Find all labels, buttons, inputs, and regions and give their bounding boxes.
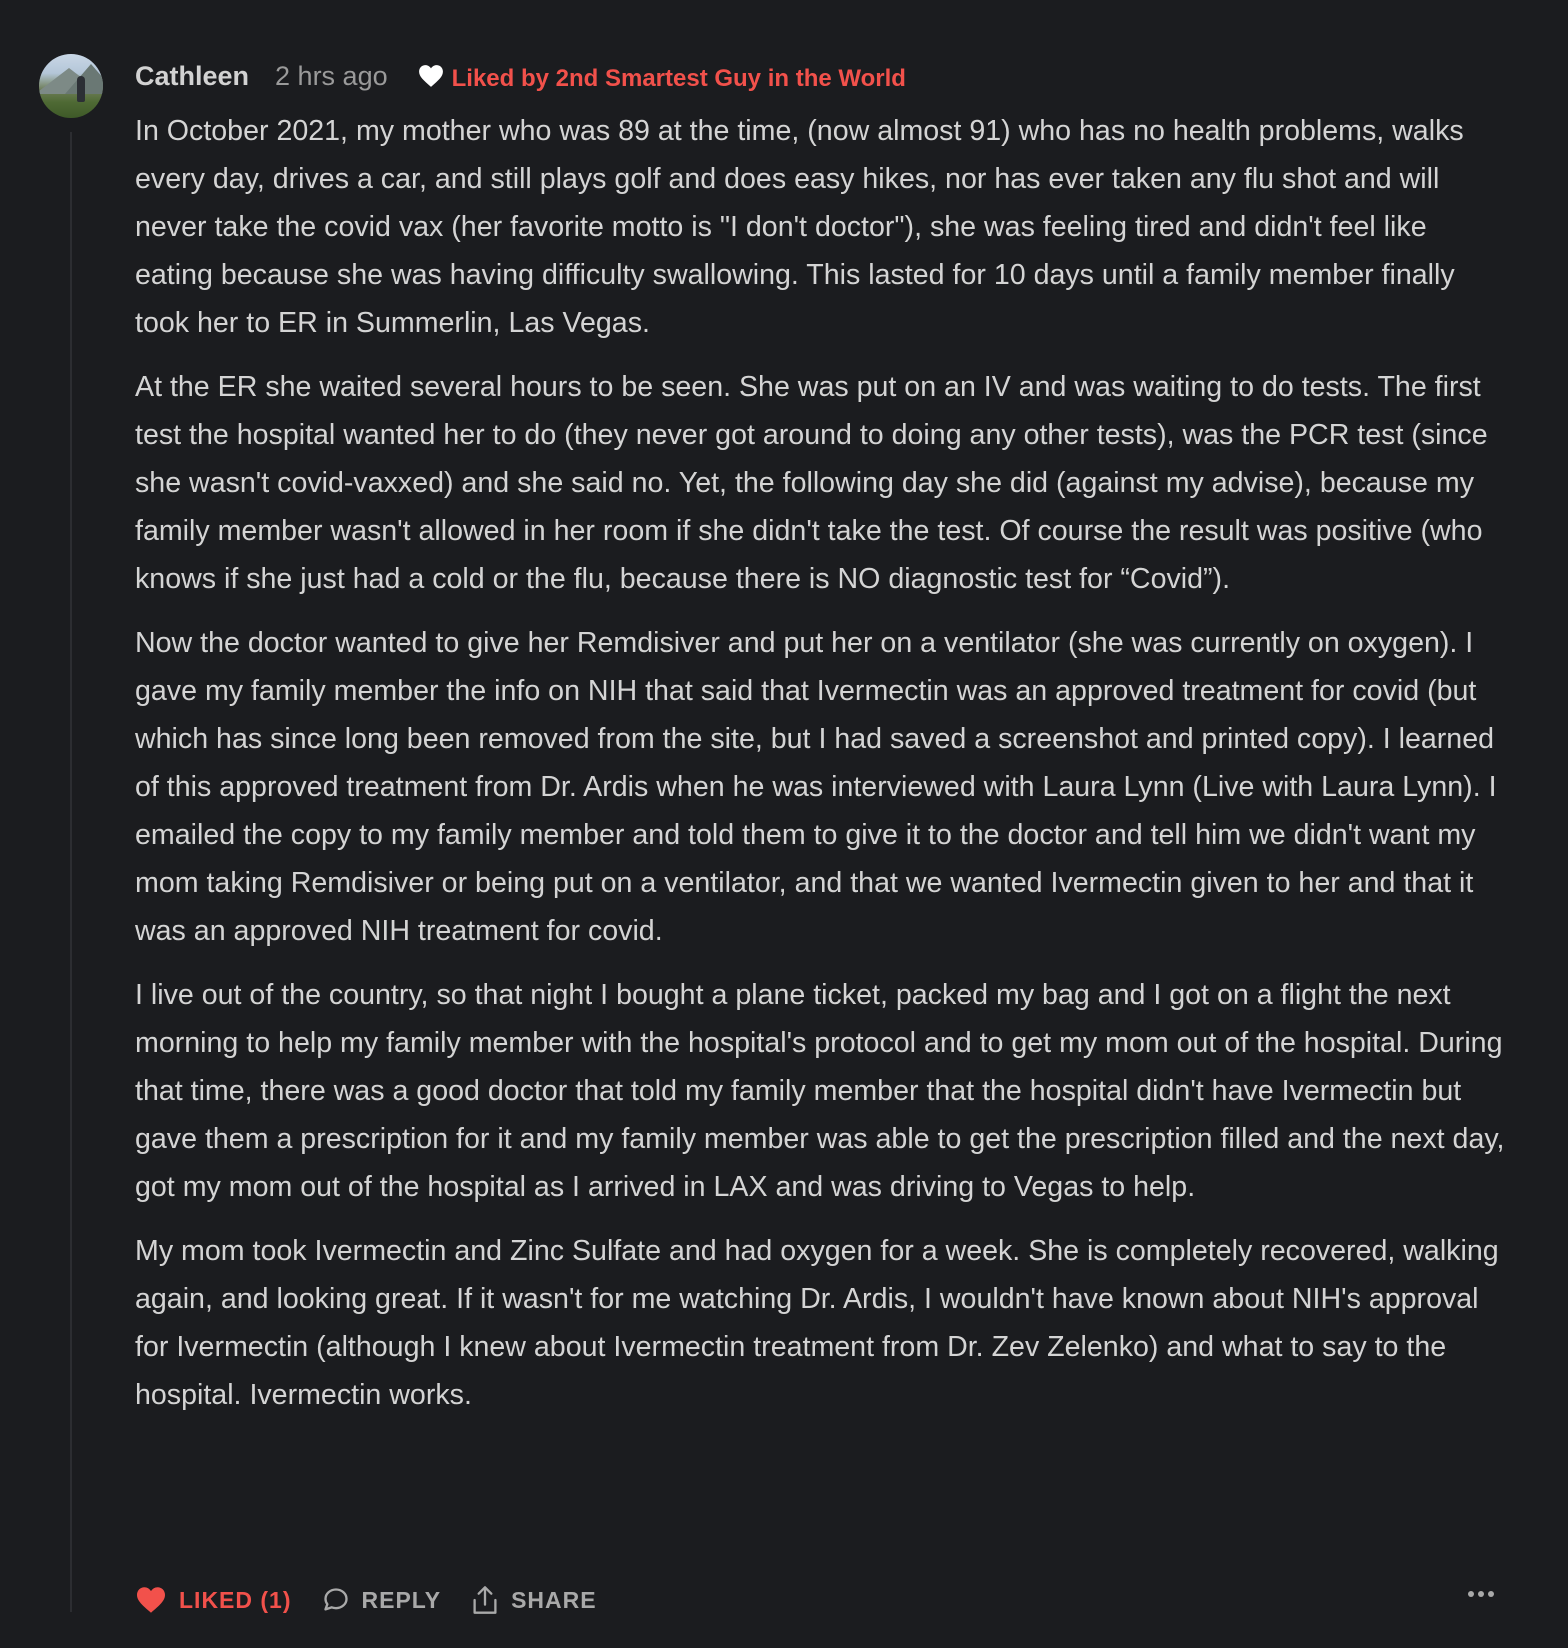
comment-header: Cathleen 2 hrs ago Liked by 2nd Smartest…: [135, 56, 906, 96]
author-name[interactable]: Cathleen: [135, 61, 249, 92]
comment-actions: LIKED (1) REPLY SHARE: [135, 1580, 1495, 1620]
like-button[interactable]: LIKED (1): [135, 1586, 292, 1614]
share-button[interactable]: SHARE: [471, 1585, 597, 1615]
speech-bubble-icon: [323, 1588, 348, 1611]
share-label: SHARE: [511, 1586, 597, 1613]
more-options-button[interactable]: [1467, 1586, 1495, 1604]
timestamp[interactable]: 2 hrs ago: [275, 61, 388, 92]
avatar[interactable]: [39, 54, 103, 118]
heart-icon: [137, 1587, 165, 1613]
comment-paragraph: At the ER she waited several hours to be…: [135, 371, 1488, 595]
comment-paragraph: Now the doctor wanted to give her Remdis…: [135, 627, 1497, 947]
comment-paragraph: I live out of the country, so that night…: [135, 979, 1505, 1203]
comment: Cathleen 2 hrs ago Liked by 2nd Smartest…: [0, 0, 1568, 1648]
liked-by-badge: Liked by 2nd Smartest Guy in the World: [418, 62, 906, 92]
liked-by-text: Liked by 2nd Smartest Guy in the World: [451, 65, 906, 92]
heart-icon: [418, 65, 443, 87]
share-icon: [473, 1586, 497, 1614]
reply-button[interactable]: REPLY: [322, 1586, 442, 1614]
reply-label: REPLY: [361, 1586, 442, 1613]
comment-paragraph: In October 2021, my mother who was 89 at…: [135, 115, 1464, 339]
more-dots-icon: [1468, 1591, 1494, 1597]
comment-body: In October 2021, my mother who was 89 at…: [135, 107, 1505, 1435]
thread-line[interactable]: [70, 132, 72, 1612]
like-label: LIKED (1): [179, 1586, 292, 1613]
comment-paragraph: My mom took Ivermectin and Zinc Sulfate …: [135, 1235, 1499, 1411]
